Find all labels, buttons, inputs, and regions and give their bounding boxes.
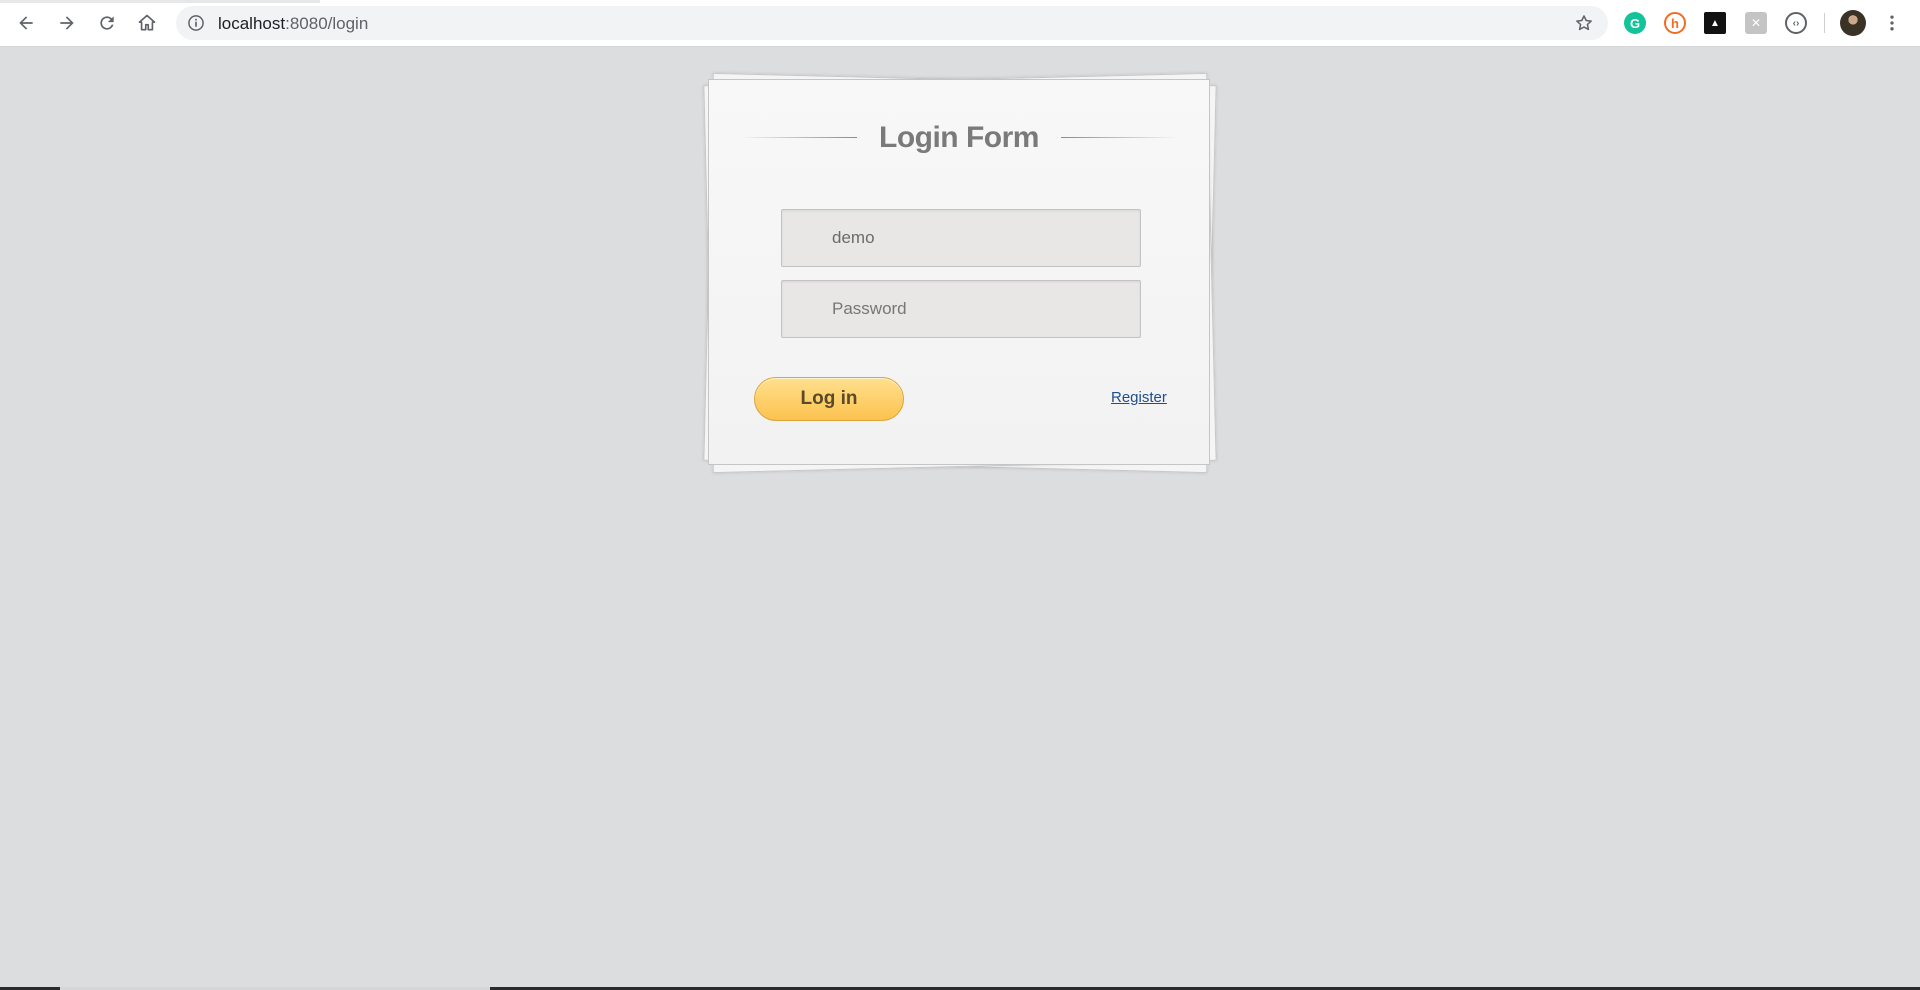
form-title: Login Form — [879, 121, 1039, 154]
url-host: localhost — [218, 14, 286, 33]
reload-button[interactable] — [91, 7, 123, 39]
kebab-menu-icon[interactable] — [1882, 13, 1902, 33]
forward-button[interactable] — [51, 7, 83, 39]
honey-glyph: h — [1671, 15, 1679, 31]
extension-code-icon[interactable]: ‹› — [1785, 12, 1807, 34]
extension-dark-glyph: ▲ — [1710, 17, 1720, 29]
register-link[interactable]: Register — [1111, 389, 1167, 406]
profile-avatar[interactable] — [1840, 10, 1866, 36]
extension-dark-icon[interactable]: ▲ — [1704, 12, 1726, 34]
extension-x-icon[interactable]: ✕ — [1745, 12, 1767, 34]
back-arrow-icon — [19, 16, 33, 30]
login-form: Login Form Log in Register — [708, 79, 1210, 465]
extension-x-glyph: ✕ — [1750, 16, 1762, 30]
title-divider-right — [1061, 137, 1179, 138]
grammarly-icon[interactable]: G — [1624, 12, 1646, 34]
password-field[interactable] — [781, 280, 1141, 338]
url-path: :8080/login — [285, 14, 369, 33]
reload-icon — [100, 16, 114, 30]
tab-strip-edge — [0, 0, 320, 3]
back-button[interactable] — [10, 7, 42, 39]
honey-icon[interactable]: h — [1664, 12, 1686, 34]
browser-toolbar: localhost:8080/login G h ▲ ✕ ‹› — [0, 0, 1920, 47]
bookmark-star-icon[interactable] — [1574, 13, 1594, 33]
forward-arrow-icon — [60, 16, 74, 30]
toolbar-separator — [1824, 13, 1825, 33]
extension-code-glyph: ‹› — [1792, 17, 1800, 29]
username-field[interactable] — [781, 209, 1141, 267]
grammarly-glyph: G — [1629, 15, 1641, 31]
login-card-stack: Login Form Log in Register — [703, 72, 1217, 474]
form-header: Login Form — [709, 118, 1209, 158]
login-button[interactable]: Log in — [754, 377, 904, 421]
home-button[interactable] — [131, 7, 163, 39]
address-bar[interactable]: localhost:8080/login — [176, 6, 1608, 40]
home-icon — [138, 14, 156, 31]
url-text[interactable]: localhost:8080/login — [218, 14, 368, 34]
info-icon[interactable] — [186, 13, 206, 33]
